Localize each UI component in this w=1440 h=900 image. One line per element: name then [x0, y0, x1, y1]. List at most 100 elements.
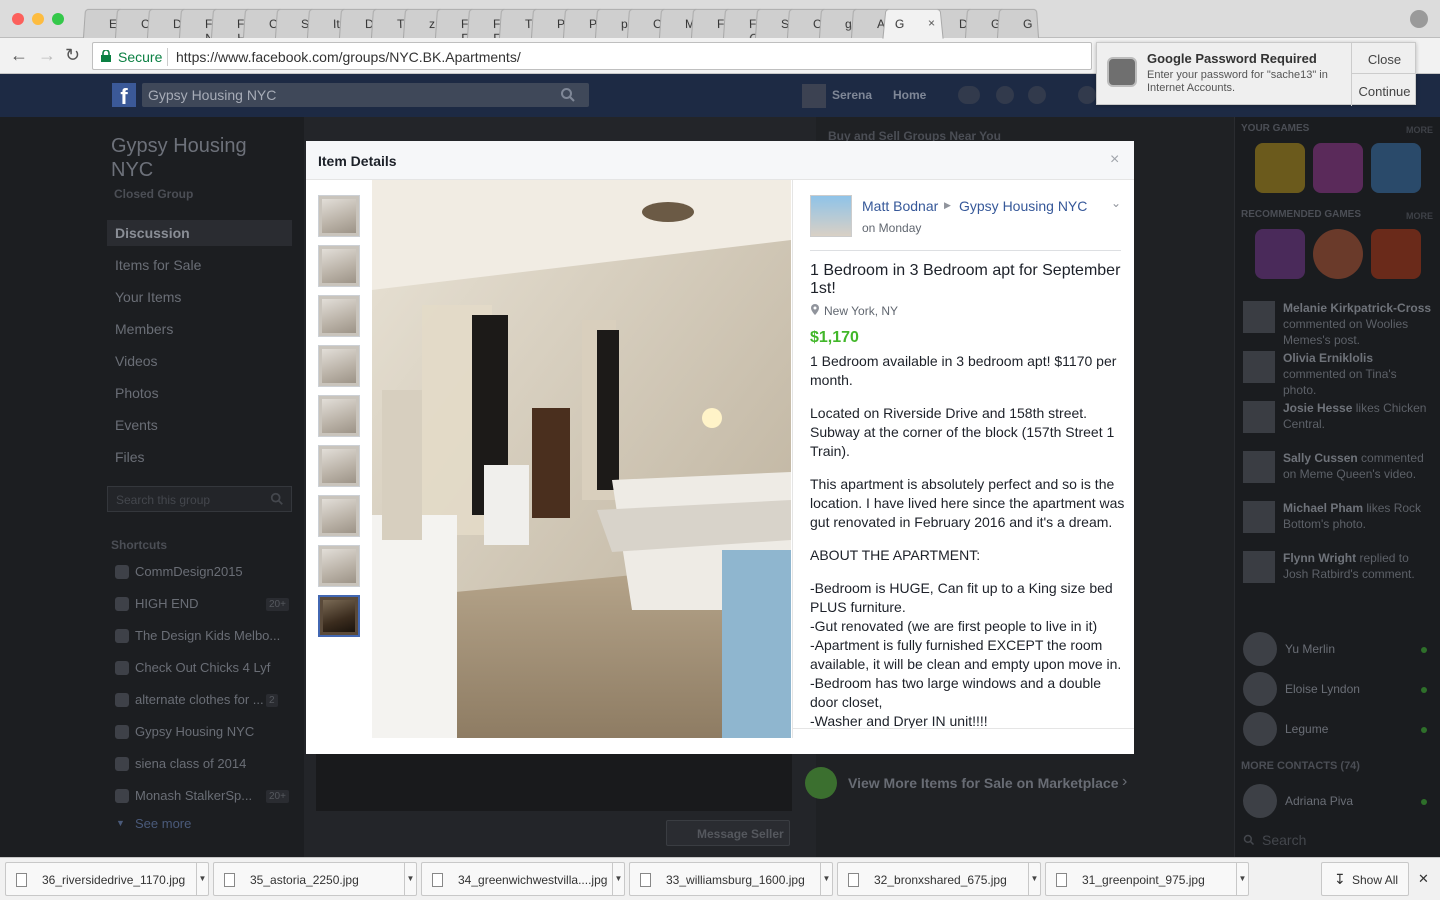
photo-thumbnail[interactable] — [318, 545, 360, 587]
ticker-name[interactable]: Sally Cussen — [1283, 451, 1358, 465]
ticker-name[interactable]: Michael Pham — [1283, 501, 1363, 515]
chevron-down-icon[interactable]: ⌄ — [1111, 196, 1121, 210]
profile-icon[interactable] — [1410, 10, 1428, 28]
search-icon[interactable] — [560, 87, 576, 103]
author-link[interactable]: Matt Bodnar — [862, 198, 938, 214]
ticker-avatar[interactable] — [1243, 401, 1275, 433]
photo-thumbnail[interactable] — [318, 245, 360, 287]
back-icon[interactable]: ← — [10, 46, 28, 64]
reload-icon[interactable]: ↻ — [65, 46, 80, 64]
profile-link[interactable]: Serena — [832, 88, 872, 102]
listing-photos-strip[interactable] — [316, 754, 792, 811]
ticker-item[interactable]: Melanie Kirkpatrick-Cross commented on W… — [1283, 300, 1433, 348]
photo-thumbnail[interactable] — [318, 445, 360, 487]
home-link[interactable]: Home — [893, 88, 926, 102]
avatar[interactable] — [802, 84, 826, 108]
game-icon[interactable] — [1371, 143, 1421, 193]
shortcut-item[interactable]: siena class of 2014 — [135, 756, 246, 771]
ticker-name[interactable]: Flynn Wright — [1283, 551, 1356, 565]
chevron-down-icon[interactable]: ▼ — [612, 863, 624, 895]
nav-item-members[interactable]: Members — [115, 321, 173, 337]
ticker-avatar[interactable] — [1243, 351, 1275, 383]
ticker-item[interactable]: Josie Hesse likes Chicken Central. — [1283, 400, 1433, 432]
browser-tab[interactable]: G × — [882, 8, 944, 39]
close-button[interactable]: Close — [1351, 43, 1417, 74]
chevron-down-icon[interactable]: ▼ — [1236, 863, 1248, 895]
nav-item-discussion[interactable]: Discussion — [115, 225, 190, 241]
nav-item-events[interactable]: Events — [115, 417, 158, 433]
ticker-item[interactable]: Flynn Wright replied to Josh Ratbird's c… — [1283, 550, 1433, 582]
address-bar[interactable]: Secure https://www.facebook.com/groups/N… — [92, 42, 1092, 70]
ticker-avatar[interactable] — [1243, 501, 1275, 533]
close-icon[interactable]: ✕ — [1418, 871, 1429, 887]
nav-item-your-items[interactable]: Your Items — [115, 289, 181, 305]
search-icon[interactable] — [270, 492, 284, 506]
facebook-logo-icon[interactable]: f — [112, 83, 136, 109]
games-more-link[interactable]: MORE — [1406, 125, 1433, 135]
messages-icon[interactable] — [996, 86, 1014, 104]
photo-thumbnail[interactable] — [318, 395, 360, 437]
yahtzee-game-icon[interactable] — [1371, 229, 1421, 279]
ticker-avatar[interactable] — [1243, 301, 1275, 333]
close-icon[interactable]: × — [1110, 151, 1119, 169]
help-icon[interactable] — [1078, 86, 1096, 104]
continue-button[interactable]: Continue — [1351, 74, 1417, 106]
photo-thumbnail[interactable] — [318, 295, 360, 337]
recommended-more-link[interactable]: MORE — [1406, 211, 1433, 221]
facebook-search-input[interactable]: Gypsy Housing NYC — [142, 83, 589, 107]
minimize-window-icon[interactable] — [32, 13, 44, 25]
shortcut-item[interactable]: CommDesign2015 — [135, 564, 243, 579]
ticker-name[interactable]: Olivia Erniklolis — [1283, 351, 1373, 365]
chat-search-input[interactable]: Search — [1262, 832, 1306, 848]
friend-requests-icon[interactable] — [958, 86, 980, 104]
ticker-item[interactable]: Sally Cussen commented on Meme Queen's v… — [1283, 450, 1433, 482]
listing-photo[interactable] — [372, 180, 791, 738]
message-seller-button[interactable]: Message Seller — [666, 820, 790, 846]
browser-tab[interactable]: G — [996, 8, 1040, 39]
photo-thumbnail[interactable] — [318, 345, 360, 387]
contact-avatar[interactable] — [1243, 632, 1277, 666]
close-window-icon[interactable] — [12, 13, 24, 25]
ticker-avatar[interactable] — [1243, 551, 1275, 583]
show-all-downloads-button[interactable]: ↧ Show All — [1321, 862, 1409, 896]
shortcut-item[interactable]: Monash StalkerSp... — [135, 788, 252, 803]
post-time[interactable]: on Monday — [862, 221, 921, 235]
download-item[interactable]: 31_greenpoint_975.jpg ▼ — [1045, 862, 1249, 896]
download-item[interactable]: 36_riversidedrive_1170.jpg ▼ — [5, 862, 209, 896]
ticker-name[interactable]: Melanie Kirkpatrick-Cross — [1283, 301, 1431, 315]
group-link[interactable]: Gypsy Housing NYC — [959, 198, 1087, 214]
contact-avatar[interactable] — [1243, 712, 1277, 746]
shortcut-item[interactable]: HIGH END — [135, 596, 199, 611]
group-search-input[interactable]: Search this group — [107, 486, 292, 512]
contact-name[interactable]: Legume — [1285, 722, 1328, 736]
author-avatar[interactable] — [810, 195, 852, 237]
contact-avatar[interactable] — [1243, 672, 1277, 706]
url-text[interactable]: https://www.facebook.com/groups/NYC.BK.A… — [176, 49, 521, 65]
download-item[interactable]: 32_bronxshared_675.jpg ▼ — [837, 862, 1041, 896]
ticker-item[interactable]: Olivia Erniklolis commented on Tina's ph… — [1283, 350, 1433, 398]
game-icon[interactable] — [1255, 229, 1305, 279]
maximize-window-icon[interactable] — [52, 13, 64, 25]
contact-name[interactable]: Adriana Piva — [1285, 794, 1353, 808]
nav-item-photos[interactable]: Photos — [115, 385, 159, 401]
shortcut-item[interactable]: The Design Kids Melbo... — [135, 628, 280, 643]
chevron-down-icon[interactable]: ▼ — [404, 863, 416, 895]
photo-thumbnail[interactable] — [318, 595, 360, 637]
contact-name[interactable]: Eloise Lyndon — [1285, 682, 1360, 696]
group-title[interactable]: Gypsy Housing NYC — [111, 134, 271, 182]
view-more-marketplace-link[interactable]: View More Items for Sale on Marketplace … — [805, 767, 1133, 799]
shortcut-item[interactable]: alternate clothes for ... — [135, 692, 264, 707]
ticker-avatar[interactable] — [1243, 451, 1275, 483]
notifications-icon[interactable] — [1028, 86, 1046, 104]
contact-avatar[interactable] — [1243, 784, 1277, 818]
photo-thumbnail[interactable] — [318, 495, 360, 537]
game-icon[interactable] — [1313, 229, 1363, 279]
ticker-name[interactable]: Josie Hesse — [1283, 401, 1352, 415]
ticker-item[interactable]: Michael Pham likes Rock Bottom's photo. — [1283, 500, 1433, 532]
photo-thumbnail[interactable] — [318, 195, 360, 237]
chevron-down-icon[interactable]: ▼ — [196, 863, 208, 895]
shortcut-item[interactable]: Gypsy Housing NYC — [135, 724, 254, 739]
words-game-icon[interactable] — [1255, 143, 1305, 193]
shortcut-item[interactable]: Check Out Chicks 4 Lyf — [135, 660, 270, 675]
download-item[interactable]: 33_williamsburg_1600.jpg ▼ — [629, 862, 833, 896]
